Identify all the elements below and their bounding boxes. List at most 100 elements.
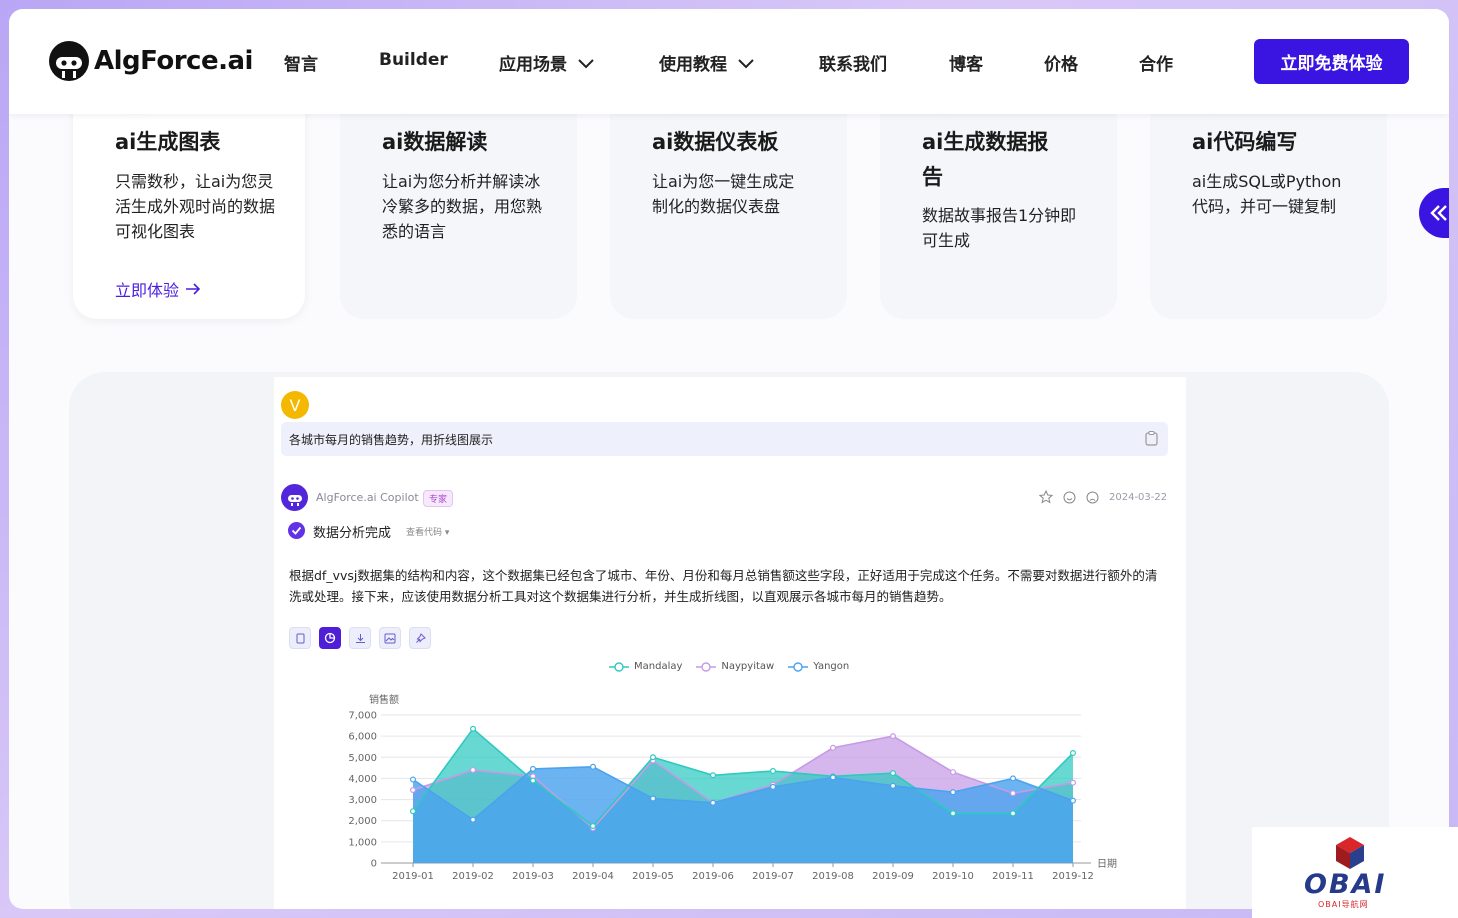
user-prompt-bubble: 各城市每月的销售趋势，用折线图展示	[281, 422, 1168, 456]
y-tick-label: 3,000	[348, 795, 377, 806]
legend-item-yangon[interactable]: Yangon	[788, 661, 849, 672]
brand-name: AlgForce.ai	[94, 46, 253, 76]
feature-card-report[interactable]: ai生成数据报告 数据故事报告1分钟即可生成	[880, 79, 1117, 319]
nav-label: 价格	[1044, 55, 1078, 75]
x-axis-label: 日期	[1097, 858, 1117, 870]
legend-label: Mandalay	[634, 661, 683, 672]
image-icon	[384, 633, 396, 643]
arrow-right-icon	[186, 283, 201, 295]
nav-item-scenarios[interactable]: 应用场景	[499, 50, 595, 75]
copilot-name: AlgForce.ai Copilot	[316, 491, 419, 504]
feature-card-interpret[interactable]: ai数据解读 让ai为您分析并解读冰冷繁多的数据，用您熟悉的语言	[340, 79, 577, 319]
y-tick-label: 5,000	[348, 753, 377, 764]
nav-label: 应用场景	[499, 55, 567, 75]
data-point	[770, 768, 777, 775]
nav-item-blog[interactable]: 博客	[949, 50, 983, 75]
data-point	[650, 795, 657, 802]
data-point	[409, 776, 416, 783]
pie-chart-icon	[324, 632, 336, 644]
x-tick-label: 2019-03	[512, 871, 554, 882]
data-point	[1009, 775, 1016, 782]
chevron-down-icon	[738, 58, 754, 68]
legend-marker	[696, 661, 717, 672]
browser-window: ai生成图表 只需数秒，让ai为您灵活生成外观时尚的数据可视化图表 立即体验 a…	[9, 9, 1449, 909]
robot-icon	[287, 494, 302, 506]
try-now-label: 立即体验	[115, 281, 180, 300]
obai-watermark: OBAI OBAI导航网	[1252, 827, 1458, 918]
nav-item-tutorials[interactable]: 使用教程	[659, 50, 755, 75]
nav-item-contact[interactable]: 联系我们	[819, 50, 887, 75]
feature-card-dashboard[interactable]: ai数据仪表板 让ai为您一键生成定制化的数据仪表盘	[610, 79, 847, 319]
legend-item-mandalay[interactable]: Mandalay	[609, 661, 682, 672]
sidebar-toggle-button[interactable]	[1419, 188, 1449, 238]
watermark-subtitle: OBAI导航网	[1318, 900, 1369, 909]
legend-marker	[788, 661, 809, 672]
y-tick-label: 0	[371, 859, 377, 870]
try-now-link[interactable]: 立即体验	[115, 277, 201, 301]
x-tick-label: 2019-05	[632, 871, 674, 882]
smile-icon[interactable]	[1063, 491, 1076, 504]
check-circle-icon	[288, 522, 305, 539]
x-tick-label: 2019-02	[452, 871, 494, 882]
brand-logo[interactable]: AlgForce.ai	[48, 40, 253, 82]
pin-button[interactable]	[409, 627, 431, 649]
user-prompt-text: 各城市每月的销售趋势，用折线图展示	[289, 433, 494, 447]
nav-item-pricing[interactable]: 价格	[1044, 50, 1078, 75]
frown-icon[interactable]	[1086, 491, 1099, 504]
data-point	[530, 765, 537, 772]
card-description: 让ai为您分析并解读冰冷繁多的数据，用您熟悉的语言	[382, 172, 543, 241]
data-point	[409, 808, 416, 815]
y-tick-label: 6,000	[348, 732, 377, 743]
feature-card-chart[interactable]: ai生成图表 只需数秒，让ai为您灵活生成外观时尚的数据可视化图表 立即体验	[73, 79, 305, 319]
card-title: ai生成数据报告	[922, 130, 1049, 189]
data-point	[830, 774, 837, 781]
view-code-toggle[interactable]: 查看代码 ▾	[406, 525, 449, 538]
y-tick-label: 7,000	[348, 711, 377, 722]
robot-logo-icon	[49, 41, 89, 81]
free-trial-button[interactable]: 立即免费体验	[1254, 39, 1409, 84]
chart-toolbar	[289, 627, 431, 649]
answer-text: 根据df_vvsj数据集的结构和内容，这个数据集已经包含了城市、年份、月份和每月…	[289, 568, 1158, 604]
pin-icon	[415, 632, 426, 643]
nav-label: 智言	[284, 55, 318, 75]
legend-item-naypyitaw[interactable]: Naypyitaw	[696, 661, 774, 672]
data-point	[530, 777, 537, 784]
y-tick-label: 2,000	[348, 816, 377, 827]
data-point	[949, 810, 956, 817]
y-tick-label: 4,000	[348, 774, 377, 785]
nav-item-partnership[interactable]: 合作	[1139, 50, 1173, 75]
x-tick-label: 2019-10	[932, 871, 974, 882]
card-description: 数据故事报告1分钟即可生成	[922, 206, 1077, 250]
data-point	[590, 763, 597, 770]
data-point	[590, 823, 597, 830]
data-point	[889, 770, 896, 777]
download-button[interactable]	[349, 627, 371, 649]
nav-item-builder[interactable]: Builder	[379, 50, 448, 70]
data-point	[1009, 810, 1016, 817]
chart-view-button[interactable]	[319, 627, 341, 649]
legend-label: Yangon	[813, 661, 850, 672]
message-actions: 2024-03-22	[1039, 490, 1167, 504]
data-point	[1009, 790, 1016, 797]
clipboard-icon[interactable]	[1145, 431, 1158, 446]
data-point	[949, 769, 956, 776]
top-navbar: AlgForce.ai 智言 Builder 应用场景 使用教程 联系我们 博客…	[9, 9, 1449, 114]
nav-item-zhiyan[interactable]: 智言	[284, 50, 318, 75]
user-avatar: V	[281, 391, 309, 419]
data-point	[1069, 779, 1076, 786]
chevron-down-icon	[578, 58, 594, 68]
star-icon[interactable]	[1039, 490, 1053, 504]
y-tick-label: 1,000	[348, 837, 377, 848]
expert-badge: 专家	[423, 490, 454, 507]
sales-trend-chart: 销售额 0 1,000 2,000 3,000 4,000 5,000 6,000 7,000 2…	[348, 693, 1117, 882]
nav-label: 联系我们	[819, 55, 887, 75]
copy-button[interactable]	[289, 627, 311, 649]
nav-label: 合作	[1139, 55, 1173, 75]
x-tick-label: 2019-09	[872, 871, 914, 882]
feature-card-code[interactable]: ai代码编写 ai生成SQL或Python代码，并可一键复制	[1150, 79, 1387, 319]
data-point	[889, 733, 896, 740]
image-button[interactable]	[379, 627, 401, 649]
card-description: 只需数秒，让ai为您灵活生成外观时尚的数据可视化图表	[115, 172, 276, 241]
x-tick-label: 2019-12	[1052, 871, 1094, 882]
card-title: ai数据仪表板	[652, 130, 779, 154]
